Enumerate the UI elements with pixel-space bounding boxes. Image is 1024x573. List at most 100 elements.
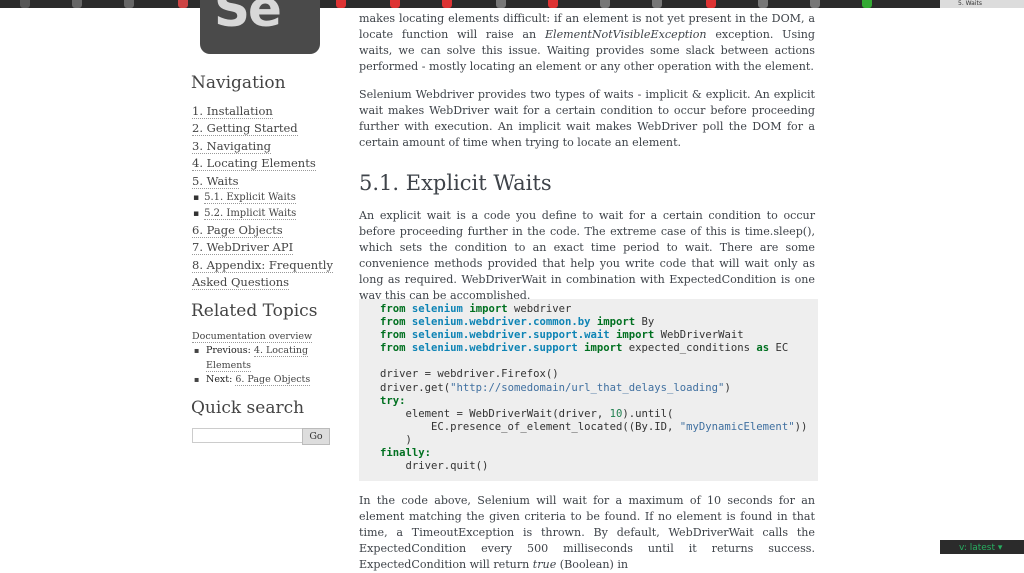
- code-line: ): [380, 434, 818, 447]
- code-text: EC.presence_of_element_located((By.ID,: [380, 420, 680, 433]
- code-line: from selenium.webdriver.support.wait imp…: [380, 329, 818, 342]
- browser-tab[interactable]: [336, 0, 346, 8]
- browser-tab[interactable]: [758, 0, 768, 8]
- browser-tab[interactable]: [862, 0, 872, 8]
- code-text: expected_conditions: [622, 342, 757, 355]
- code-keyword: import: [584, 342, 623, 355]
- browser-tab[interactable]: [124, 0, 134, 8]
- timeout-paragraph: In the code above, Selenium will wait fo…: [359, 493, 815, 573]
- code-module: selenium.webdriver.support.wait: [411, 329, 610, 342]
- code-text: EC: [769, 342, 789, 355]
- browser-tab[interactable]: [706, 0, 716, 8]
- search-form: Go: [192, 428, 330, 447]
- nav-link-implicit-waits[interactable]: 5.2. Implicit Waits: [204, 208, 297, 221]
- active-tab-label: 5. Waits: [958, 0, 983, 7]
- code-keyword: import: [469, 303, 508, 315]
- code-line: EC.presence_of_element_located((By.ID, "…: [380, 421, 818, 434]
- nav-item-waits: 5. Waits: [192, 173, 342, 190]
- section-title-explicit-waits: 5.1. Explicit Waits: [359, 171, 552, 195]
- code-keyword: import: [616, 329, 655, 342]
- related-topics: Documentation overview Previous: 4. Loca…: [192, 331, 342, 388]
- code-block: from selenium import webdriver from selen…: [359, 299, 818, 481]
- browser-tab[interactable]: [810, 0, 820, 8]
- nav-link-locating-elements[interactable]: 4. Locating Elements: [192, 156, 316, 172]
- browser-tab[interactable]: [600, 0, 610, 8]
- browser-tab[interactable]: [390, 0, 400, 8]
- code-module: selenium.webdriver.common.by: [411, 316, 591, 329]
- code-keyword: from: [380, 303, 406, 315]
- code-keyword: from: [380, 316, 406, 329]
- quick-search-heading: Quick search: [191, 398, 305, 418]
- nav-link-webdriver-api[interactable]: 7. WebDriver API: [192, 240, 294, 256]
- exception-name: ElementNotVisibleException: [544, 28, 707, 41]
- nav-item-locating-elements: 4. Locating Elements: [192, 155, 342, 172]
- nav-item-implicit-waits: 5.2. Implicit Waits: [192, 206, 342, 222]
- nav-item-webdriver-api: 7. WebDriver API: [192, 239, 342, 256]
- browser-tab[interactable]: [442, 0, 452, 8]
- search-go-button[interactable]: Go: [302, 428, 330, 445]
- code-string: "http://somedomain/url_that_delays_loadi…: [450, 381, 725, 394]
- code-line: from selenium.webdriver.common.by import…: [380, 316, 818, 329]
- browser-tab[interactable]: [652, 0, 662, 8]
- nav-link-waits[interactable]: 5. Waits: [192, 173, 239, 189]
- previous-label: Previous:: [206, 345, 251, 356]
- logo-text: Se: [214, 0, 282, 38]
- code-text: ): [724, 381, 731, 394]
- code-text: driver = webdriver.Firefox(): [380, 368, 559, 381]
- nav-link-explicit-waits[interactable]: 5.1. Explicit Waits: [204, 192, 296, 205]
- nav-item-navigating: 3. Navigating: [192, 138, 342, 155]
- nav-item-installation: 1. Installation: [192, 103, 342, 120]
- code-line: try:: [380, 395, 818, 408]
- nav-link-navigating[interactable]: 3. Navigating: [192, 138, 272, 154]
- code-text: WebDriverWait: [654, 329, 744, 342]
- nav-link-appendix[interactable]: 8. Appendix: Frequently Asked Questions: [192, 257, 333, 291]
- code-text: By: [635, 316, 655, 329]
- code-text: ).until(: [622, 407, 674, 420]
- wait-types-paragraph: Selenium Webdriver provides two types of…: [359, 88, 815, 149]
- code-line: driver = webdriver.Firefox(): [380, 368, 818, 381]
- code-keyword: import: [596, 316, 636, 329]
- code-module: selenium: [411, 303, 463, 315]
- nav-item-getting-started: 2. Getting Started: [192, 120, 342, 137]
- browser-tab-strip: 5. Waits: [0, 0, 1024, 8]
- selenium-logo[interactable]: Se: [200, 0, 320, 54]
- search-input[interactable]: [192, 428, 303, 443]
- code-text: webdriver: [507, 303, 572, 315]
- browser-tab[interactable]: [20, 0, 30, 8]
- timeout-text-b: (Boolean) in: [556, 558, 629, 571]
- code-text: element = WebDriverWait(driver,: [380, 407, 610, 420]
- code-text: driver.get(: [380, 381, 451, 394]
- code-keyword: from: [380, 329, 406, 342]
- intro-paragraph: makes locating elements difficult: if an…: [359, 11, 815, 75]
- navigation-list: 1. Installation 2. Getting Started 3. Na…: [192, 103, 342, 292]
- code-line: finally:: [380, 447, 818, 460]
- code-text: )): [794, 420, 808, 433]
- code-text: ): [380, 433, 412, 446]
- browser-tab[interactable]: [178, 0, 188, 8]
- related-next: Next: 6. Page Objects: [192, 373, 342, 388]
- nav-item-appendix: 8. Appendix: Frequently Asked Questions: [192, 257, 342, 292]
- related-topics-heading: Related Topics: [191, 301, 318, 321]
- next-link[interactable]: 6. Page Objects: [235, 374, 311, 386]
- related-previous: Previous: 4. Locating Elements: [192, 344, 342, 373]
- nav-item-explicit-waits: 5.1. Explicit Waits: [192, 190, 342, 206]
- nav-link-page-objects[interactable]: 6. Page Objects: [192, 223, 283, 239]
- browser-tab-active[interactable]: 5. Waits: [940, 0, 1024, 8]
- next-label: Next:: [206, 374, 233, 385]
- code-keyword: finally:: [380, 447, 432, 460]
- true-literal: true: [532, 558, 557, 571]
- nav-link-installation[interactable]: 1. Installation: [192, 104, 273, 119]
- code-module: selenium.webdriver.support: [411, 342, 578, 355]
- nav-link-getting-started[interactable]: 2. Getting Started: [192, 121, 298, 137]
- explicit-wait-paragraph: An explicit wait is a code you define to…: [359, 209, 815, 302]
- code-keyword: as: [756, 342, 770, 355]
- browser-tab[interactable]: [548, 0, 558, 8]
- code-string: "myDynamicElement": [679, 420, 795, 433]
- documentation-overview-link[interactable]: Documentation overview: [192, 331, 313, 343]
- code-keyword: try:: [380, 394, 406, 407]
- browser-tab[interactable]: [496, 0, 506, 8]
- code-line: driver.get("http://somedomain/url_that_d…: [380, 382, 818, 395]
- browser-tab[interactable]: [72, 0, 82, 8]
- code-line: from selenium.webdriver.support import e…: [380, 342, 818, 355]
